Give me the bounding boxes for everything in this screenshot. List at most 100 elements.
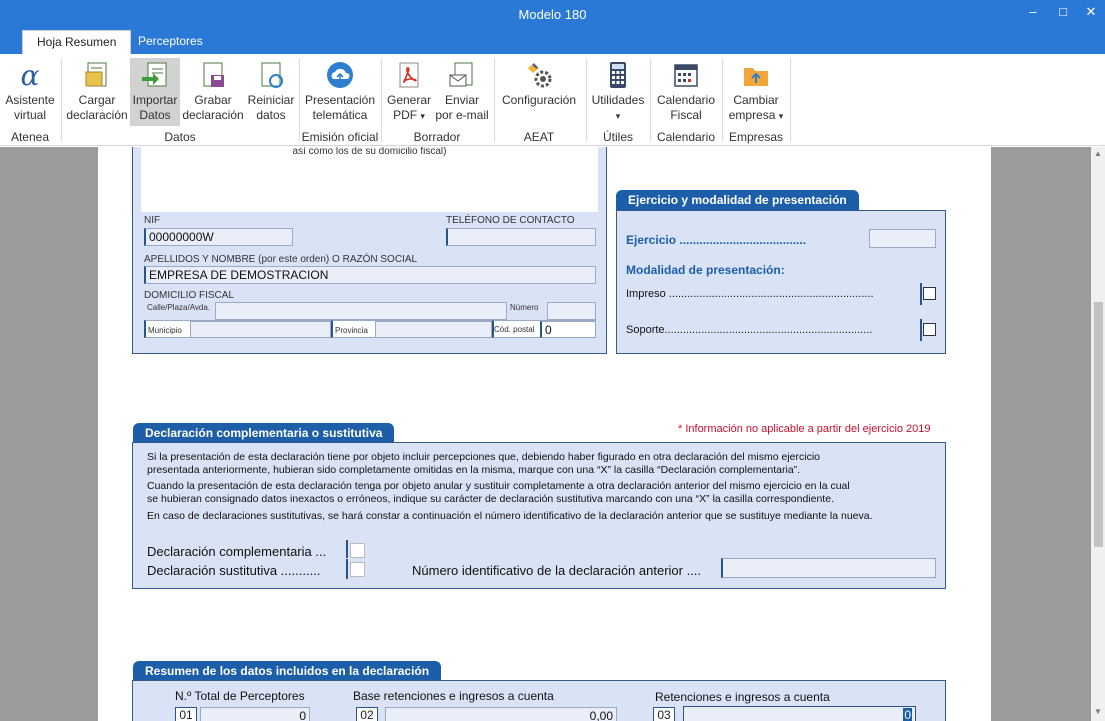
group-separator (494, 58, 495, 142)
generar-pdf-button[interactable]: Generar PDF ▾ (384, 58, 434, 126)
group-label-atenea: Atenea (10, 130, 50, 144)
modalidad-label: Modalidad de presentación: (626, 263, 785, 277)
maximize-button[interactable]: □ (1048, 0, 1078, 26)
utilidades-button[interactable]: Utilidades ▾ (589, 58, 647, 126)
group-separator (722, 58, 723, 142)
resumen-header: Resumen de los datos incluidos en la dec… (133, 661, 442, 681)
grabar-label-1: Grabar (194, 93, 232, 107)
group-separator (650, 58, 651, 142)
telefono-field[interactable] (446, 228, 596, 246)
reiniciar-label-2: datos (256, 108, 286, 122)
configuracion-label: Configuración (501, 93, 577, 107)
calle-label: Calle/Plaza/Avda. (147, 303, 210, 312)
complementaria-panel: Si la presentación de esta declaración t… (132, 442, 946, 589)
import-icon (140, 60, 170, 90)
nombre-field[interactable]: EMPRESA DE DEMOSTRACION (144, 266, 596, 284)
cambiar-empresa-button[interactable]: Cambiar empresa ▾ (726, 58, 786, 126)
asistente-virtual-button[interactable]: α Asistente virtual (2, 58, 58, 126)
ejercicio-field[interactable] (869, 229, 936, 248)
identificacion-panel: así como los de su domicilio fiscal) NIF… (132, 147, 607, 354)
cp-label: Cód. postal (494, 325, 535, 334)
cargar-label-2: declaración (66, 108, 128, 122)
identificacion-description-area: así como los de su domicilio fiscal) (141, 147, 598, 212)
soporte-checkbox[interactable] (923, 323, 936, 336)
sustitutiva-checkbox[interactable] (350, 562, 365, 577)
complementaria-checkbox[interactable] (350, 543, 365, 558)
calendario-fiscal-button[interactable]: Calendario Fiscal (653, 58, 719, 126)
sustitutiva-label: Declaración sustitutiva ........... (147, 563, 321, 578)
total-perceptores-field[interactable]: 0 (200, 707, 310, 721)
calle-field[interactable] (215, 302, 507, 320)
complementaria-paragraph-1: Si la presentación de esta declaración t… (147, 451, 937, 476)
svg-text:α: α (21, 60, 40, 90)
scroll-thumb[interactable] (1094, 302, 1103, 547)
close-button[interactable]: ✕ (1076, 0, 1105, 26)
complementaria-header: Declaración complementaria o sustitutiva (133, 423, 395, 443)
minimize-button[interactable]: – (1018, 0, 1048, 26)
box-01-number: 01 (175, 707, 197, 721)
base-retenciones-field[interactable]: 0,00 (385, 707, 617, 721)
retenciones-value: 0 (903, 708, 912, 721)
email-icon (447, 60, 477, 90)
retenciones-field[interactable]: 0 (683, 706, 916, 721)
enviar-label-2: por e-mail (435, 108, 489, 122)
resumen-col2-label: Base retenciones e ingresos a cuenta (353, 689, 554, 703)
numero-anterior-field[interactable] (721, 558, 936, 578)
title-bar: Modelo 180 – □ ✕ (0, 0, 1105, 30)
cambiar-label-2: empresa (728, 108, 776, 122)
group-label-aeat: AEAT (523, 130, 555, 144)
nombre-label: APELLIDOS Y NOMBRE (por este orden) O RA… (144, 254, 418, 265)
pdf-icon (394, 60, 424, 90)
group-label-borrador: Borrador (413, 130, 461, 144)
importar-datos-button[interactable]: Importar Datos (130, 58, 180, 126)
vertical-scrollbar[interactable]: ▲ ▼ (1091, 147, 1105, 721)
tab-hoja-resumen[interactable]: Hoja Resumen (22, 30, 132, 54)
enviar-email-button[interactable]: Enviar por e-mail (434, 58, 490, 126)
complementaria-label: Declaración complementaria ... (147, 544, 327, 559)
presentacion-label-1: Presentación (304, 93, 376, 107)
sustitutiva-checkbox-bar (346, 559, 348, 579)
save-icon (198, 60, 228, 90)
cargar-declaracion-button[interactable]: Cargar declaración (66, 58, 128, 126)
cp-field[interactable]: 0 (540, 321, 596, 338)
reiniciar-datos-button[interactable]: Reiniciar datos (246, 58, 296, 126)
calendario-label-2: Fiscal (670, 108, 702, 122)
importar-label-1: Importar (132, 93, 178, 107)
complementaria-paragraph-2: Cuando la presentación de esta declaraci… (147, 480, 937, 505)
calendario-label-1: Calendario (656, 93, 716, 107)
numero-anterior-label: Número identificativo de la declaración … (412, 563, 702, 578)
resumen-panel: N.º Total de Perceptores Base retencione… (132, 680, 946, 721)
cambiar-label-1: Cambiar (733, 93, 779, 107)
ribbon: α Asistente virtual Cargar declaración I… (0, 54, 1105, 146)
nif-field[interactable]: 00000000W (144, 228, 293, 246)
municipio-field[interactable] (190, 321, 331, 338)
group-label-calendario: Calendario (656, 130, 716, 144)
chevron-down-icon: ▾ (615, 111, 621, 121)
box-02-number: 02 (356, 707, 378, 721)
box-03-number: 03 (653, 707, 675, 721)
scroll-down-icon[interactable]: ▼ (1093, 707, 1103, 717)
ribbon-tabs: Hoja Resumen Perceptores (0, 30, 1105, 54)
provincia-field[interactable] (375, 321, 492, 338)
tab-perceptores[interactable]: Perceptores (124, 30, 217, 54)
grabar-declaracion-button[interactable]: Grabar declaración (182, 58, 244, 126)
p2-line-2: se hubieran consignado datos inexactos o… (147, 492, 834, 505)
presentacion-telematica-button[interactable]: Presentación telemática (302, 58, 378, 126)
configuracion-button[interactable]: Configuración (498, 58, 580, 126)
utilidades-label: Utilidades (591, 93, 645, 107)
scroll-up-icon[interactable]: ▲ (1093, 149, 1103, 159)
ejercicio-panel: Ejercicio ..............................… (616, 210, 946, 354)
p1-line-1: Si la presentación de esta declaración t… (147, 451, 820, 463)
soporte-label: Soporte.................................… (626, 324, 873, 336)
group-label-emision: Emisión oficial (301, 130, 379, 144)
numero-field[interactable] (547, 302, 596, 320)
group-label-datos: Datos (164, 130, 196, 144)
group-label-utiles: Útiles (602, 130, 633, 144)
ejercicio-label: Ejercicio ..............................… (626, 233, 807, 247)
gear-icon (524, 60, 554, 90)
impreso-checkbox[interactable] (923, 287, 936, 300)
ejercicio-header: Ejercicio y modalidad de presentación (616, 190, 859, 210)
municipio-label: Municipio (148, 326, 182, 335)
resumen-col3-label: Retenciones e ingresos a cuenta (655, 690, 830, 704)
folder-icon (741, 60, 771, 90)
